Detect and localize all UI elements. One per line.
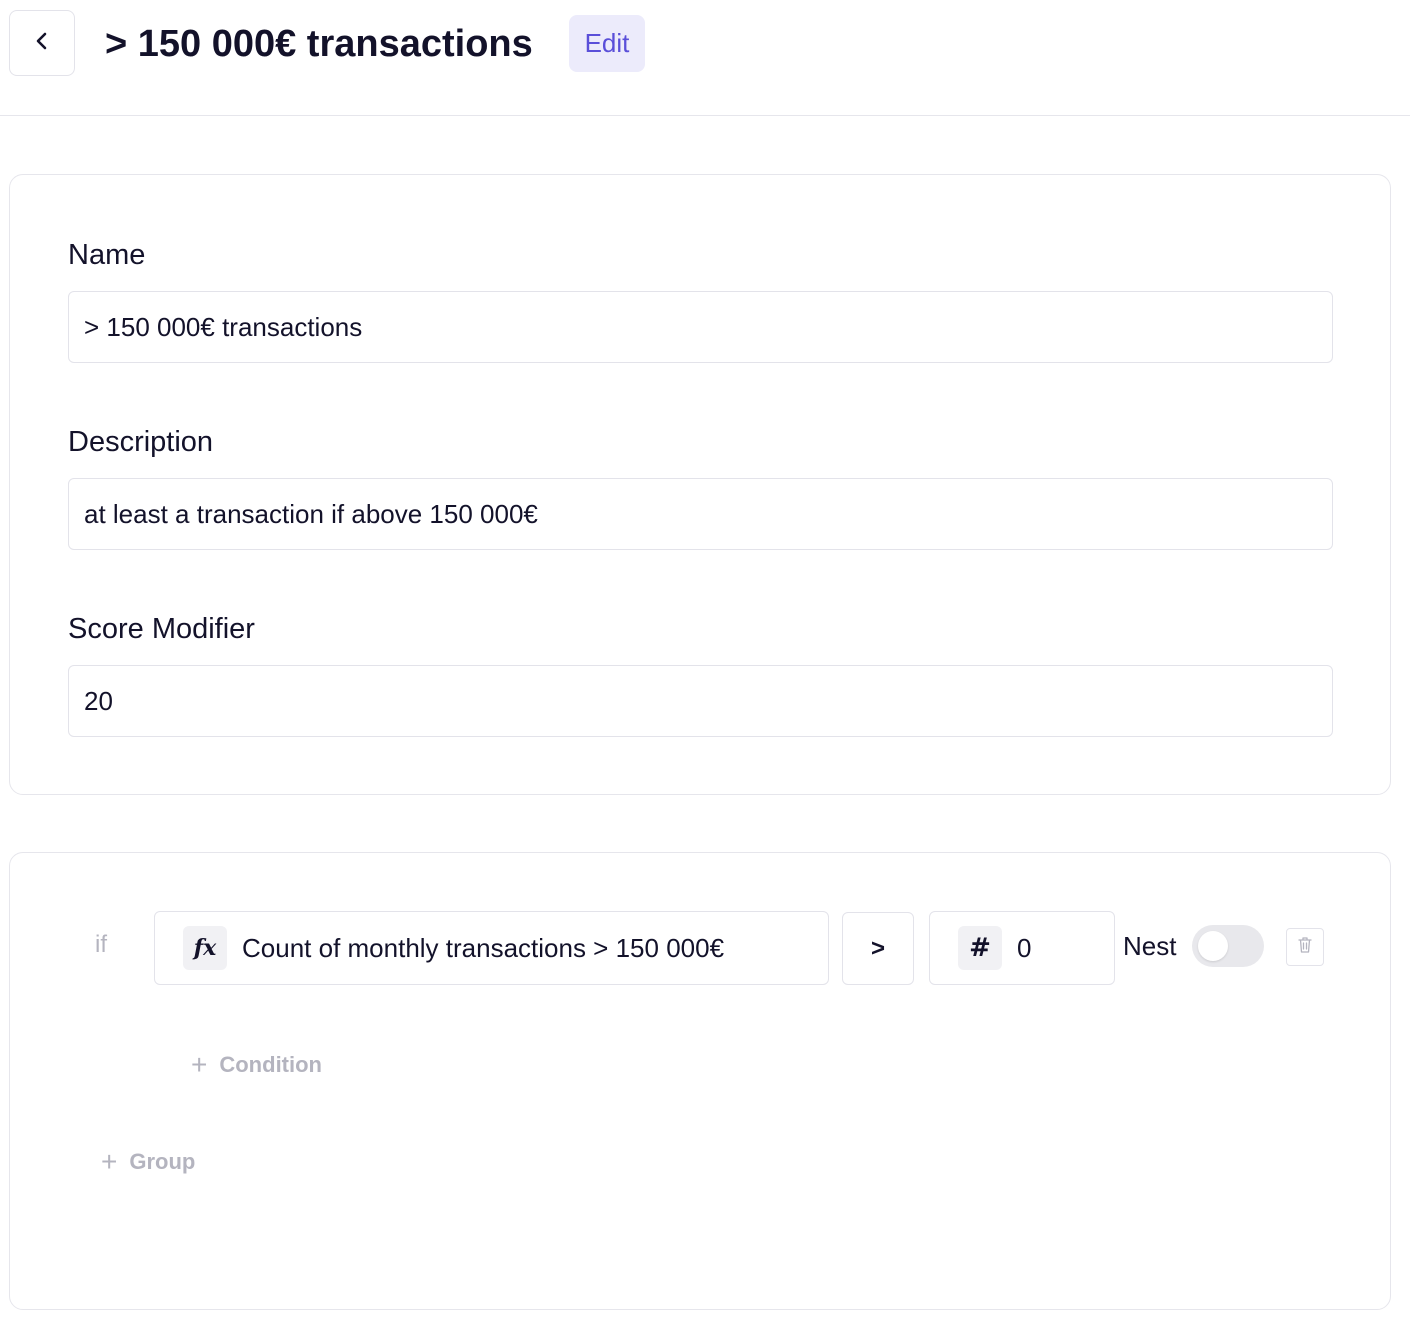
- if-label: if: [95, 931, 107, 958]
- operator-selector[interactable]: >: [842, 912, 914, 985]
- edit-button[interactable]: Edit: [569, 15, 645, 72]
- toggle-knob: [1198, 931, 1228, 961]
- plus-icon: +: [101, 1146, 118, 1177]
- left-operand-selector[interactable]: fx Count of monthly transactions > 150 0…: [154, 911, 829, 985]
- hash-icon: #: [958, 926, 1002, 970]
- delete-condition-button[interactable]: [1286, 928, 1324, 966]
- add-condition-label: Condition: [219, 1052, 322, 1077]
- score-modifier-label: Score Modifier: [68, 613, 255, 645]
- trash-icon: [1297, 936, 1313, 959]
- right-operand-input[interactable]: # 0: [929, 911, 1115, 985]
- name-label: Name: [68, 239, 146, 271]
- rule-conditions-card: if fx Count of monthly transactions > 15…: [9, 852, 1391, 1310]
- nest-label: Nest: [1123, 931, 1177, 961]
- add-group-button[interactable]: + Group: [101, 1148, 195, 1176]
- left-operand-label: Count of monthly transactions > 150 000€: [242, 932, 725, 963]
- function-icon: fx: [183, 926, 227, 970]
- plus-icon: +: [191, 1049, 208, 1080]
- chevron-left-icon: [34, 30, 50, 57]
- add-group-label: Group: [129, 1149, 196, 1174]
- nest-toggle[interactable]: [1192, 925, 1264, 967]
- rule-details-card: Name > 150 000€ transactions Description…: [9, 174, 1391, 795]
- name-field[interactable]: > 150 000€ transactions: [68, 291, 1333, 363]
- page-title: > 150 000€ transactions: [105, 23, 533, 65]
- score-modifier-field[interactable]: 20: [68, 665, 1333, 737]
- back-button[interactable]: [9, 10, 75, 76]
- page-header: > 150 000€ transactions Edit: [0, 0, 1410, 116]
- description-label: Description: [68, 426, 214, 458]
- description-field[interactable]: at least a transaction if above 150 000€: [68, 478, 1333, 550]
- add-condition-button[interactable]: + Condition: [191, 1051, 322, 1079]
- right-operand-value: 0: [1017, 932, 1032, 963]
